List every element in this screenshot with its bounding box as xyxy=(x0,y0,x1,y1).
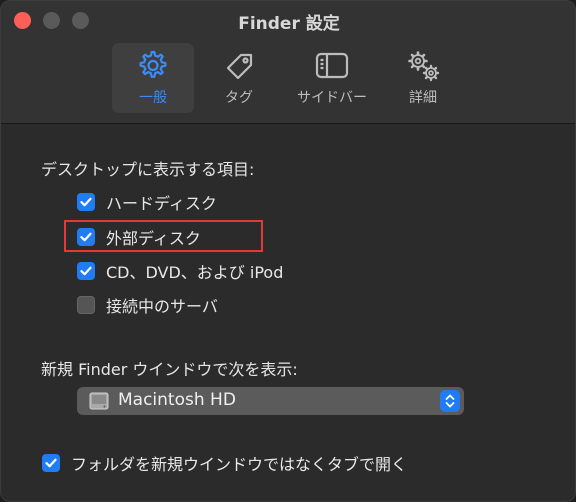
popup-stepper[interactable] xyxy=(440,390,460,412)
new-window-section-heading: 新規 Finder ウインドウで次を表示: xyxy=(41,360,298,379)
desktop-section-heading: デスクトップに表示する項目: xyxy=(41,160,255,179)
gears-icon xyxy=(408,51,440,82)
titlebar: Finder 設定 一般 タグ サイドバー 詳細 xyxy=(1,1,575,124)
open-in-tabs-label: フォルダを新規ウインドウではなくタブで開く xyxy=(71,455,408,474)
new-window-target-popup[interactable]: Macintosh HD xyxy=(77,387,464,415)
option-hard-disks[interactable]: ハードディスク xyxy=(77,191,217,213)
connected-servers-checkbox[interactable] xyxy=(77,296,95,314)
cds-dvds-ipods-checkbox[interactable] xyxy=(77,262,95,280)
option-connected-servers[interactable]: 接続中のサーバ xyxy=(77,294,218,316)
tab-advanced[interactable]: 詳細 xyxy=(391,43,455,113)
checkmark-icon xyxy=(45,458,57,468)
cds-dvds-ipods-label: CD、DVD、および iPod xyxy=(106,263,284,282)
option-cds-dvds-ipods[interactable]: CD、DVD、および iPod xyxy=(77,260,283,282)
tab-tags-label: タグ xyxy=(225,90,253,106)
hard-disks-checkbox[interactable] xyxy=(77,193,95,211)
finder-settings-window: Finder 設定 一般 タグ サイドバー 詳細 デスクトップに表示する項目: … xyxy=(0,0,576,502)
tag-icon xyxy=(226,53,253,80)
hard-drive-icon xyxy=(89,392,109,410)
tab-general-label: 一般 xyxy=(139,90,167,106)
gear-icon xyxy=(139,50,167,78)
checkmark-icon xyxy=(80,197,92,207)
option-open-folders-in-tabs[interactable]: フォルダを新規ウインドウではなくタブで開く xyxy=(42,452,407,474)
tab-general[interactable]: 一般 xyxy=(112,43,194,113)
tab-tags[interactable]: タグ xyxy=(206,43,272,113)
sidebar-icon xyxy=(315,52,349,79)
checkmark-icon xyxy=(80,266,92,276)
tab-advanced-label: 詳細 xyxy=(409,90,437,106)
tab-sidebar-label: サイドバー xyxy=(297,90,367,106)
popup-selected-value: Macintosh HD xyxy=(118,390,236,410)
highlight-annotation xyxy=(64,220,263,252)
chevron-updown-icon xyxy=(445,394,455,408)
connected-servers-label: 接続中のサーバ xyxy=(106,297,218,316)
open-in-tabs-checkbox[interactable] xyxy=(42,454,60,472)
window-title: Finder 設定 xyxy=(238,14,340,34)
tab-sidebar[interactable]: サイドバー xyxy=(284,43,380,113)
hard-disks-label: ハードディスク xyxy=(106,194,217,213)
